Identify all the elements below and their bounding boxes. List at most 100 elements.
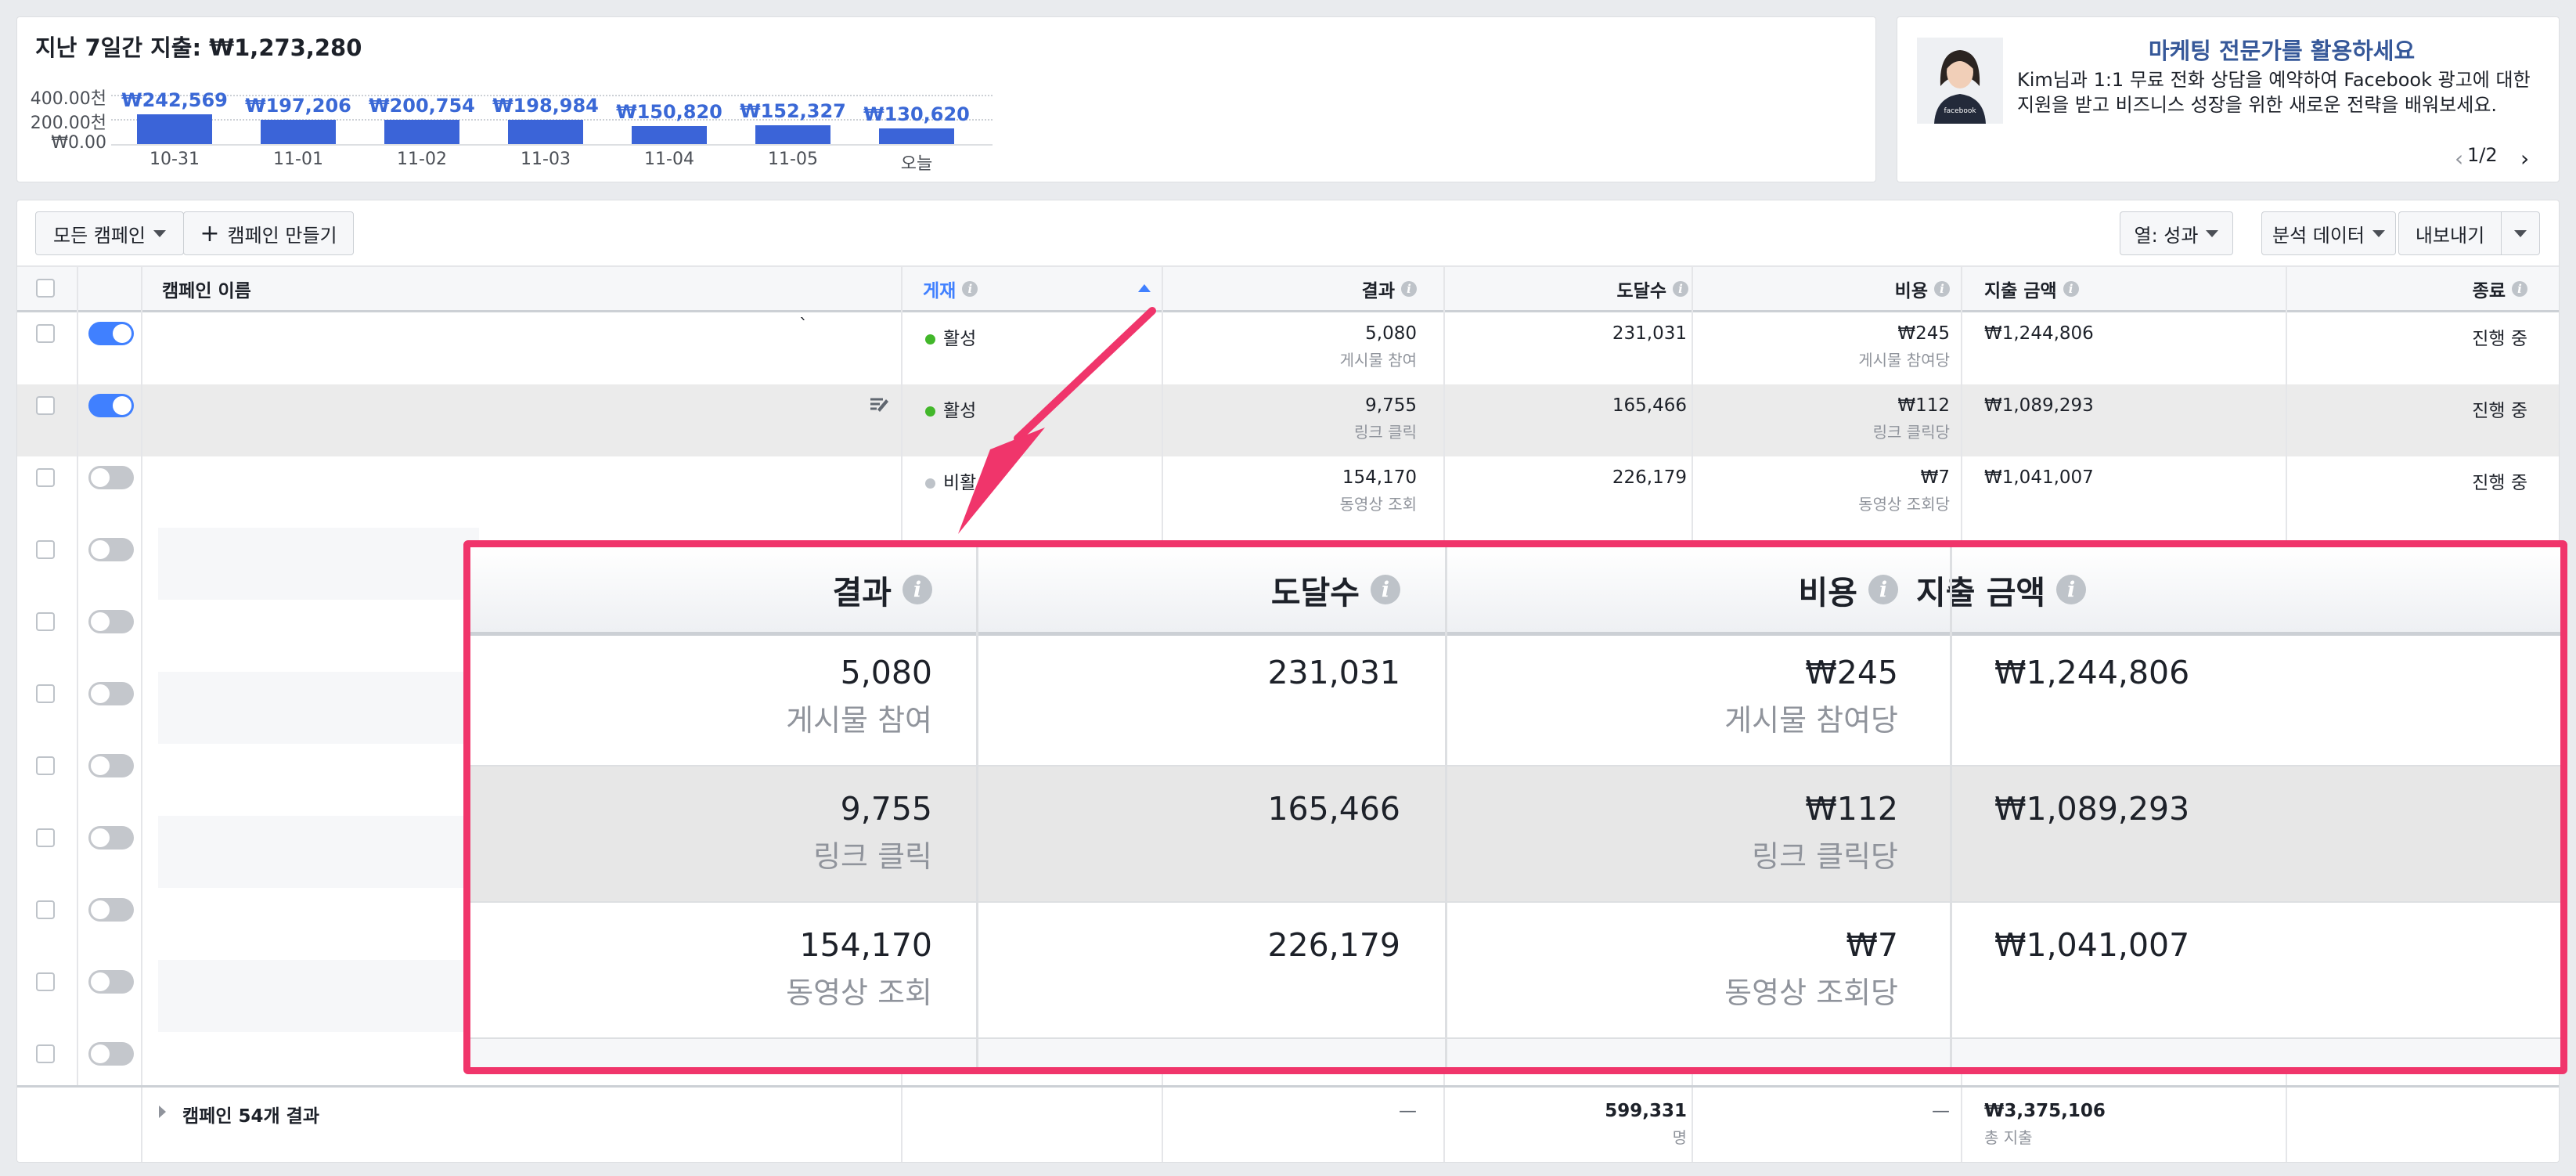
info-icon[interactable]: i xyxy=(1401,280,1417,297)
header-label: 결과 xyxy=(1361,280,1395,301)
row-checkbox[interactable] xyxy=(36,396,55,415)
column-divider xyxy=(2286,1088,2287,1162)
spend-bar-date: 11-01 xyxy=(273,150,323,169)
header-delivery[interactable]: 게재 i xyxy=(923,267,1158,310)
campaign-toggle[interactable] xyxy=(88,1042,134,1066)
export-menu-button[interactable] xyxy=(2501,211,2540,255)
status-label: 활성 xyxy=(943,329,977,349)
expand-caret-icon[interactable] xyxy=(159,1106,166,1118)
zoom-spent-value: ₩1,041,007 xyxy=(1994,926,2190,964)
info-icon[interactable]: i xyxy=(962,280,978,297)
header-label: 게재 xyxy=(923,280,957,301)
row-checkbox[interactable] xyxy=(36,540,55,559)
column-divider xyxy=(141,1088,142,1162)
totals-cost: — xyxy=(1932,1101,1950,1121)
header-bottom-border xyxy=(17,310,2559,312)
spend-bar[interactable] xyxy=(879,128,954,144)
create-campaign-button[interactable]: + 캠페인 만들기 xyxy=(183,211,354,255)
breakdown-label: 분석 데이터 xyxy=(2272,224,2365,247)
reach-value: 165,466 xyxy=(1612,395,1687,416)
spend-bar[interactable] xyxy=(384,120,459,144)
campaign-toggle[interactable] xyxy=(88,394,134,417)
spend-bar[interactable] xyxy=(632,126,707,144)
columns-dropdown[interactable]: 열: 성과 xyxy=(2120,211,2233,255)
campaign-toggle[interactable] xyxy=(88,682,134,705)
info-icon[interactable]: i xyxy=(1673,280,1688,297)
row-checkbox[interactable] xyxy=(36,1044,55,1063)
header-results[interactable]: 결과 i xyxy=(1180,267,1417,310)
chevron-left-icon[interactable]: ‹ xyxy=(2455,146,2463,171)
ends-value: 진행 중 xyxy=(2472,473,2527,493)
header-amount-spent[interactable]: 지출 금액 i xyxy=(1984,267,2219,310)
promo-title[interactable]: 마케팅 전문가를 활용하세요 xyxy=(2013,33,2550,66)
row-checkbox[interactable] xyxy=(36,684,55,703)
spend-bar[interactable] xyxy=(261,120,336,144)
row-checkbox[interactable] xyxy=(36,972,55,991)
campaign-toggle[interactable] xyxy=(88,538,134,561)
zoom-row-divider xyxy=(470,1037,2560,1039)
campaign-toggle[interactable] xyxy=(88,970,134,994)
campaign-toggle[interactable] xyxy=(88,754,134,777)
expert-avatar: facebook xyxy=(1917,38,2003,124)
export-button[interactable]: 내보내기 xyxy=(2398,211,2502,255)
spend-bar-date: 11-05 xyxy=(768,150,818,169)
zoom-header-label: 비용 xyxy=(1798,574,1857,611)
zoom-column-divider xyxy=(1950,547,1952,1067)
spend-bar-date: 11-02 xyxy=(397,150,447,169)
campaign-toggle[interactable] xyxy=(88,826,134,850)
zoom-spent-value: ₩1,244,806 xyxy=(1994,654,2190,691)
reach-value: 226,179 xyxy=(1612,467,1687,488)
totals-spent-unit: 총 지출 xyxy=(1984,1128,2033,1147)
toggle-knob xyxy=(91,756,110,775)
row-checkbox[interactable] xyxy=(36,828,55,847)
zoom-cost-type: 게시물 참여당 xyxy=(1724,703,1898,738)
status-label: 활성 xyxy=(943,401,977,421)
delivery-status: 비활 xyxy=(925,467,976,494)
edit-pencil-icon[interactable] xyxy=(867,395,891,415)
create-campaign-label: 캠페인 만들기 xyxy=(227,224,337,247)
spend-bar-label: ₩197,206 xyxy=(245,95,351,117)
zoom-cost-value: ₩112 xyxy=(1805,790,1898,828)
campaign-toggle[interactable] xyxy=(88,898,134,922)
spend-bar[interactable] xyxy=(137,114,212,144)
totals-label[interactable]: 캠페인 54개 결과 xyxy=(182,1101,319,1127)
cost-type: 게시물 참여당 xyxy=(1858,351,1950,370)
campaign-toggle[interactable] xyxy=(88,610,134,633)
spend-bar-date: 10-31 xyxy=(150,150,200,169)
edit-pencil-glyph xyxy=(870,398,888,412)
breakdown-dropdown[interactable]: 분석 데이터 xyxy=(2261,211,2396,255)
zoom-header-label: 도달수 xyxy=(1270,574,1360,611)
row-checkbox[interactable] xyxy=(36,612,55,631)
header-campaign-name[interactable]: 캠페인 이름 xyxy=(162,267,553,310)
column-divider xyxy=(901,1088,903,1162)
spend-bar-label: ₩150,820 xyxy=(616,101,722,123)
header-reach[interactable]: 도달수 i xyxy=(1462,267,1688,310)
all-campaigns-label: 모든 캠페인 xyxy=(52,224,146,247)
header-ends[interactable]: 종료 i xyxy=(2287,267,2527,310)
info-icon[interactable]: i xyxy=(2063,280,2079,297)
zoom-cost-value: ₩245 xyxy=(1805,654,1898,691)
row-checkbox[interactable] xyxy=(36,900,55,919)
zoom-reach-value: 226,179 xyxy=(1267,926,1400,964)
row-checkbox[interactable] xyxy=(36,468,55,487)
info-icon[interactable]: i xyxy=(1934,280,1950,297)
export-label: 내보내기 xyxy=(2415,224,2485,247)
spend-bar[interactable] xyxy=(755,125,830,144)
all-campaigns-dropdown[interactable]: 모든 캠페인 xyxy=(35,211,184,255)
row-checkbox[interactable] xyxy=(36,756,55,775)
chevron-right-icon[interactable]: › xyxy=(2520,146,2529,171)
zoom-results-value: 154,170 xyxy=(799,926,932,964)
campaign-toggle[interactable] xyxy=(88,322,134,345)
caret-down-icon xyxy=(2372,229,2386,237)
cost-type: 링크 클릭당 xyxy=(1872,423,1950,442)
zoomed-metrics-callout: 결과 i 도달수 i 비용 i 지출 금액 i 5,080 게시물 참여 231,031… xyxy=(463,540,2567,1074)
campaign-toggle[interactable] xyxy=(88,466,134,489)
header-cost[interactable]: 비용 i xyxy=(1710,267,1950,310)
row-checkbox[interactable] xyxy=(36,324,55,343)
select-all-checkbox[interactable] xyxy=(36,279,55,298)
reach-value: 231,031 xyxy=(1612,323,1687,344)
spend-bar[interactable] xyxy=(508,120,583,144)
toggle-knob xyxy=(91,468,110,487)
info-icon: i xyxy=(1371,575,1400,604)
info-icon[interactable]: i xyxy=(2512,280,2527,297)
